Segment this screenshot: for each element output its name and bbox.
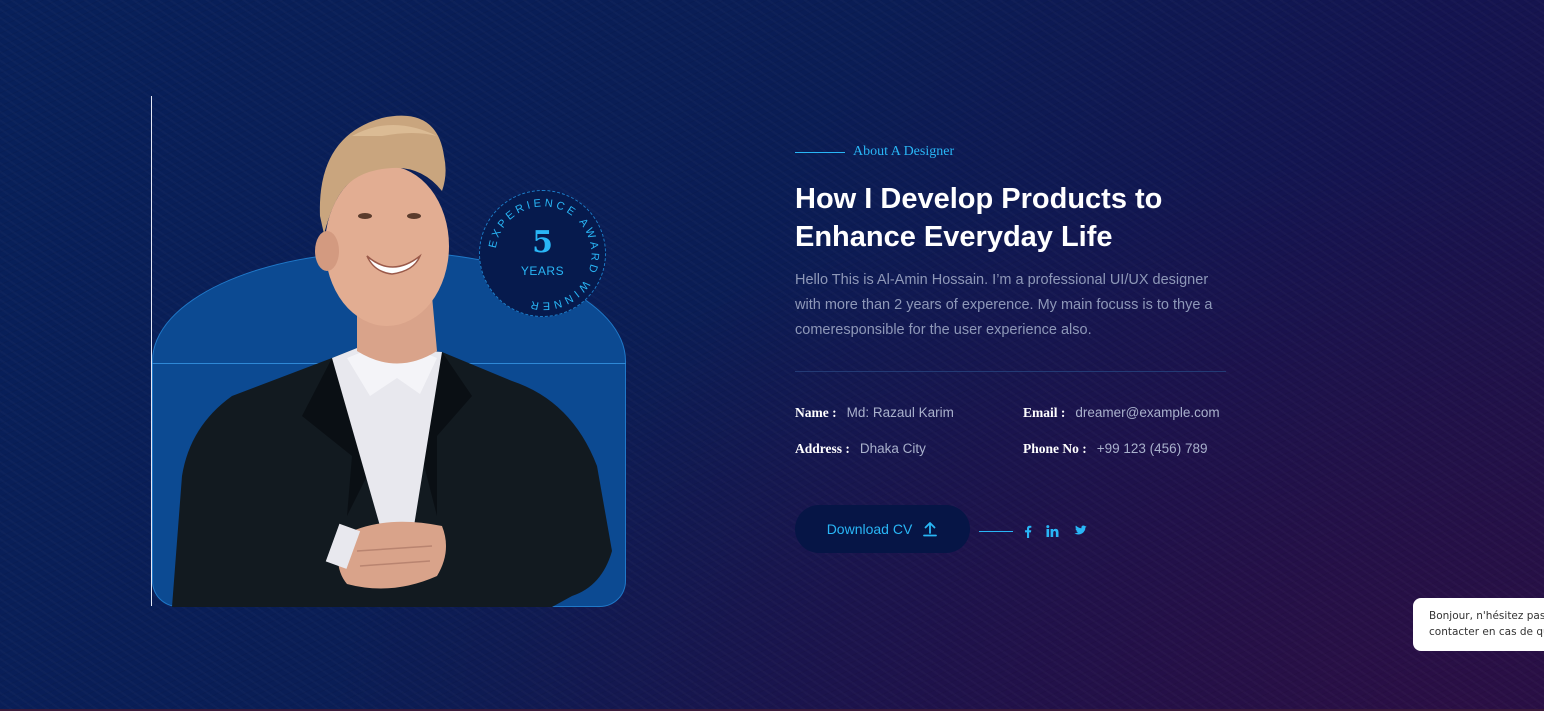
address-label: Address :: [795, 441, 850, 456]
badge-unit: YEARS: [520, 264, 565, 278]
info-phone: Phone No : +99 123 (456) 789: [1023, 441, 1207, 457]
section-description: Hello This is Al-Amin Hossain. I’m a pro…: [795, 268, 1235, 343]
download-cv-button[interactable]: Download CV: [795, 505, 970, 553]
phone-value[interactable]: +99 123 (456) 789: [1097, 441, 1208, 456]
name-value: Md: Razaul Karim: [846, 405, 954, 420]
eyebrow-line: [795, 151, 845, 153]
phone-label: Phone No :: [1023, 441, 1087, 456]
email-label: Email :: [1023, 405, 1066, 420]
experience-badge: EXPERIENCE AWARD WINNER 5 YEARS: [479, 190, 606, 317]
section-eyebrow: About A Designer: [795, 144, 954, 160]
twitter-icon[interactable]: [1073, 525, 1087, 537]
download-cv-label: Download CV: [826, 521, 913, 537]
badge-number: 5: [532, 225, 553, 260]
name-label: Name :: [795, 405, 837, 420]
info-name: Name : Md: Razaul Karim: [795, 405, 954, 421]
section-title: How I Develop Products to Enhance Everyd…: [795, 180, 1255, 256]
designer-portrait: [172, 115, 612, 607]
profile-image: [152, 96, 626, 607]
title-line-2: Enhance Everyday Life: [795, 221, 1113, 253]
facebook-icon[interactable]: [1024, 525, 1032, 538]
info-email: Email : dreamer@example.com: [1023, 405, 1220, 421]
eyebrow-text: About A Designer: [853, 144, 955, 159]
social-links: [979, 522, 1101, 540]
description-line-1: Hello This is Al-Amin Hossain. I’m a pro…: [795, 272, 1209, 288]
content-divider: [795, 371, 1226, 372]
address-value: Dhaka City: [859, 441, 926, 456]
chat-widget-bubble[interactable]: Bonjour, n'hésitez pas contacter en cas …: [1413, 598, 1544, 651]
social-line: [979, 530, 1013, 532]
info-address: Address : Dhaka City: [795, 441, 926, 457]
linkedin-icon[interactable]: [1046, 525, 1059, 537]
description-line-3: comeresponsible for the user experience …: [795, 322, 1092, 338]
chat-message-line-1: Bonjour, n'hésitez pas: [1429, 610, 1544, 622]
chat-message-line-2: contacter en cas de qu: [1429, 626, 1544, 638]
description-line-2: with more than 2 years of experence. My …: [795, 297, 1213, 313]
title-line-1: How I Develop Products to: [795, 183, 1163, 215]
upload-icon: [923, 522, 938, 537]
email-value[interactable]: dreamer@example.com: [1075, 405, 1219, 420]
